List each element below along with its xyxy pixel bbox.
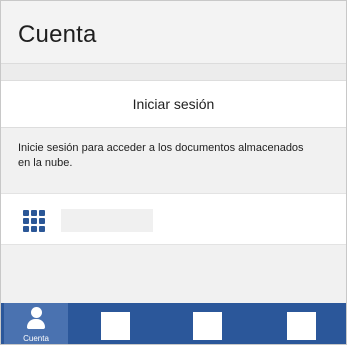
grid-icon [23,210,45,232]
section-spacer [1,64,346,80]
tab-cuenta-label: Cuenta [23,334,49,343]
account-screen: Cuenta Iniciar sesión Inicie sesión para… [0,0,347,345]
signin-description: Inicie sesión para acceder a los documen… [18,142,304,169]
apps-row-label-placeholder [61,209,153,232]
signin-button[interactable]: Iniciar sesión [1,80,346,128]
page-title: Cuenta [18,21,97,48]
apps-row[interactable] [1,193,346,245]
bottom-tab-bar: Cuenta [1,303,346,344]
tab-2-icon[interactable] [101,312,130,340]
tab-3-icon[interactable] [193,312,222,340]
header-bar: Cuenta [1,1,346,63]
tab-cuenta[interactable]: Cuenta [4,303,68,344]
signin-label: Iniciar sesión [132,96,215,112]
tab-4-icon[interactable] [287,312,316,340]
person-icon [27,307,45,331]
